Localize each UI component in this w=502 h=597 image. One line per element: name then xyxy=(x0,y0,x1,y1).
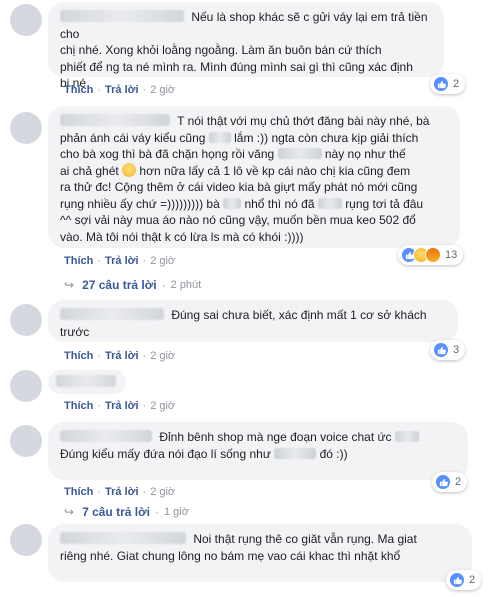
commenter-name[interactable] xyxy=(56,375,116,387)
commenter-name[interactable] xyxy=(60,430,152,442)
comment-actions: Thích · Trả lời · 2 giờ xyxy=(64,84,176,96)
smile-emoji-icon xyxy=(122,162,137,177)
reply-link[interactable]: Trả lời xyxy=(105,486,139,498)
avatar[interactable] xyxy=(10,304,42,336)
like-icon xyxy=(433,76,449,92)
comment-bubble: Đúng sai chưa biết, xác định mất 1 cơ sở… xyxy=(48,300,458,342)
reply-link[interactable]: Trả lời xyxy=(105,400,139,412)
reaction-summary[interactable]: 13 xyxy=(398,245,464,265)
like-icon xyxy=(435,474,451,490)
avatar[interactable] xyxy=(10,425,42,457)
reaction-summary[interactable]: 3 xyxy=(430,340,466,360)
comment-actions: Thích · Trả lời · 2 giờ xyxy=(64,350,176,362)
reply-arrow-icon: ↪ xyxy=(64,278,75,292)
comment-time[interactable]: 2 giờ xyxy=(150,84,175,96)
reaction-summary[interactable]: 2 xyxy=(430,74,466,94)
comment-time[interactable]: 2 giờ xyxy=(150,486,175,498)
comment-bubble: T nói thật với mụ chủ thớt đăng bài này … xyxy=(48,106,460,248)
comment-actions: Thích · Trả lời · 2 giờ xyxy=(64,486,176,498)
comment-bubble xyxy=(48,370,126,394)
reaction-summary[interactable]: 2 xyxy=(446,570,482,590)
commenter-name[interactable] xyxy=(60,114,170,126)
comment-time[interactable]: 2 giờ xyxy=(150,350,175,362)
avatar[interactable] xyxy=(10,524,42,556)
avatar[interactable] xyxy=(10,370,42,402)
like-link[interactable]: Thích xyxy=(64,84,93,96)
like-icon xyxy=(433,342,449,358)
reply-link[interactable]: Trả lời xyxy=(105,255,139,267)
reply-link[interactable]: Trả lời xyxy=(105,84,139,96)
avatar[interactable] xyxy=(10,112,42,144)
commenter-name[interactable] xyxy=(60,308,164,320)
comment-actions: Thích · Trả lời · 2 giờ xyxy=(64,400,176,412)
reaction-summary[interactable]: 2 xyxy=(432,472,468,492)
angry-icon xyxy=(425,247,441,263)
avatar[interactable] xyxy=(10,4,42,36)
view-replies-link[interactable]: ↪ 7 câu trả lời · 1 giờ xyxy=(64,505,189,519)
like-link[interactable]: Thích xyxy=(64,255,93,267)
reply-arrow-icon: ↪ xyxy=(64,505,75,519)
comment-text: phiết để ng ta né mình ra. Mình đúng mìn… xyxy=(60,59,413,74)
comment-bubble: Noi thật rụng thê co giăt vẫn rụng. Ma g… xyxy=(48,524,472,582)
comment-bubble: Nếu là shop khác sẽ c gửi váy lại em trả… xyxy=(48,2,444,90)
like-link[interactable]: Thích xyxy=(64,350,93,362)
like-link[interactable]: Thích xyxy=(64,486,93,498)
reply-link[interactable]: Trả lời xyxy=(105,350,139,362)
like-icon xyxy=(449,572,465,588)
comment-time[interactable]: 2 giờ xyxy=(150,255,175,267)
view-replies-link[interactable]: ↪ 27 câu trả lời · 2 phút xyxy=(64,278,201,292)
like-link[interactable]: Thích xyxy=(64,400,93,412)
comment-text: chị nhé. Xong khỏi loằng ngoằng. Làm ăn … xyxy=(60,43,382,57)
comment-time[interactable]: 2 giờ xyxy=(150,400,175,412)
commenter-name[interactable] xyxy=(60,532,186,544)
comment-actions: Thích · Trả lời · 2 giờ xyxy=(64,255,176,267)
comment-bubble: Đỉnh bênh shop mà nge đoạn voice chat ức… xyxy=(48,422,468,480)
commenter-name[interactable] xyxy=(60,10,184,22)
